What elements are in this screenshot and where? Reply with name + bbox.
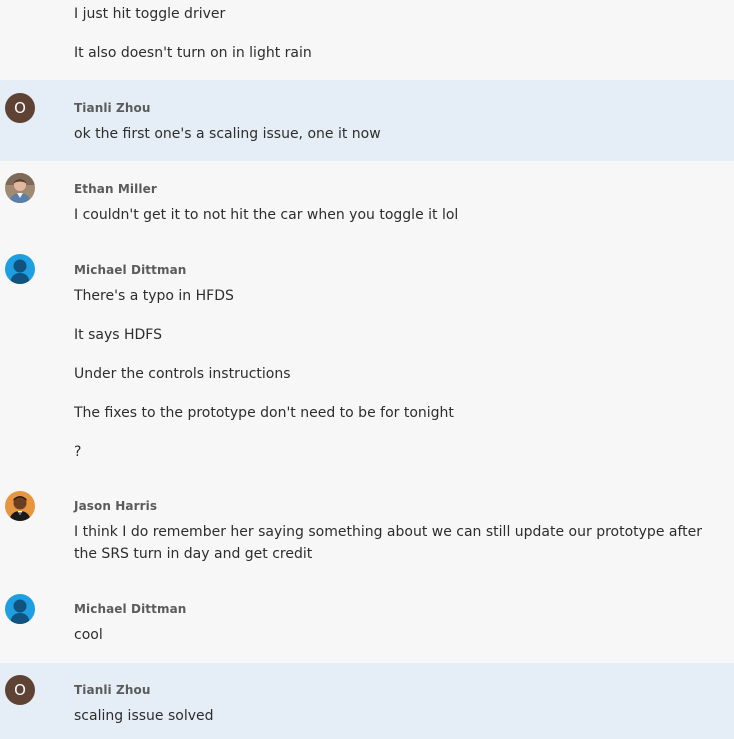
author-name[interactable]: Tianli Zhou <box>74 683 150 697</box>
message-group-michael-dittman: Michael Dittman cool <box>0 582 734 663</box>
avatar[interactable]: O <box>5 675 35 705</box>
message-group-ethan-miller: Ethan Miller I couldn't get it to not hi… <box>0 161 734 242</box>
message-group-jason-harris: Jason Harris I think I do remember her s… <box>0 480 734 582</box>
message-text[interactable]: I think I do remember her saying somethi… <box>74 521 728 565</box>
avatar[interactable] <box>5 173 35 203</box>
message-text[interactable]: It also doesn't turn on in light rain <box>74 42 728 64</box>
avatar[interactable] <box>5 594 35 624</box>
message-group-michael-dittman: Michael Dittman There's a typo in HFDS I… <box>0 242 734 480</box>
message-text[interactable]: It says HDFS <box>74 324 728 346</box>
default-user-icon <box>10 599 30 624</box>
author-name[interactable]: Ethan Miller <box>74 182 157 196</box>
avatar[interactable] <box>5 254 35 284</box>
chat-conversation: I just hit toggle driver It also doesn't… <box>0 0 734 739</box>
avatar[interactable]: O <box>5 93 35 123</box>
message-text[interactable]: Under the controls instructions <box>74 363 728 385</box>
avatar[interactable] <box>5 491 35 521</box>
message-text[interactable]: The fixes to the prototype don't need to… <box>74 402 728 424</box>
message-text[interactable]: cool <box>74 624 728 646</box>
message-group-continued: I just hit toggle driver It also doesn't… <box>0 0 734 80</box>
author-name[interactable]: Jason Harris <box>74 499 157 513</box>
default-user-icon <box>10 259 30 284</box>
message-text[interactable]: ok the first one's a scaling issue, one … <box>74 123 728 145</box>
user-photo-icon <box>5 491 35 521</box>
message-text[interactable]: I just hit toggle driver <box>74 3 728 25</box>
message-text[interactable]: There's a typo in HFDS <box>74 285 728 307</box>
message-text[interactable]: scaling issue solved <box>74 705 728 727</box>
author-name[interactable]: Michael Dittman <box>74 602 186 616</box>
message-group-tianli-zhou: O Tianli Zhou ok the first one's a scali… <box>0 80 734 161</box>
message-text[interactable]: ? <box>74 441 728 463</box>
user-photo-icon <box>5 173 35 203</box>
message-group-tianli-zhou: O Tianli Zhou scaling issue solved <box>0 663 734 739</box>
author-name[interactable]: Tianli Zhou <box>74 101 150 115</box>
message-text[interactable]: I couldn't get it to not hit the car whe… <box>74 204 728 226</box>
author-name[interactable]: Michael Dittman <box>74 263 186 277</box>
